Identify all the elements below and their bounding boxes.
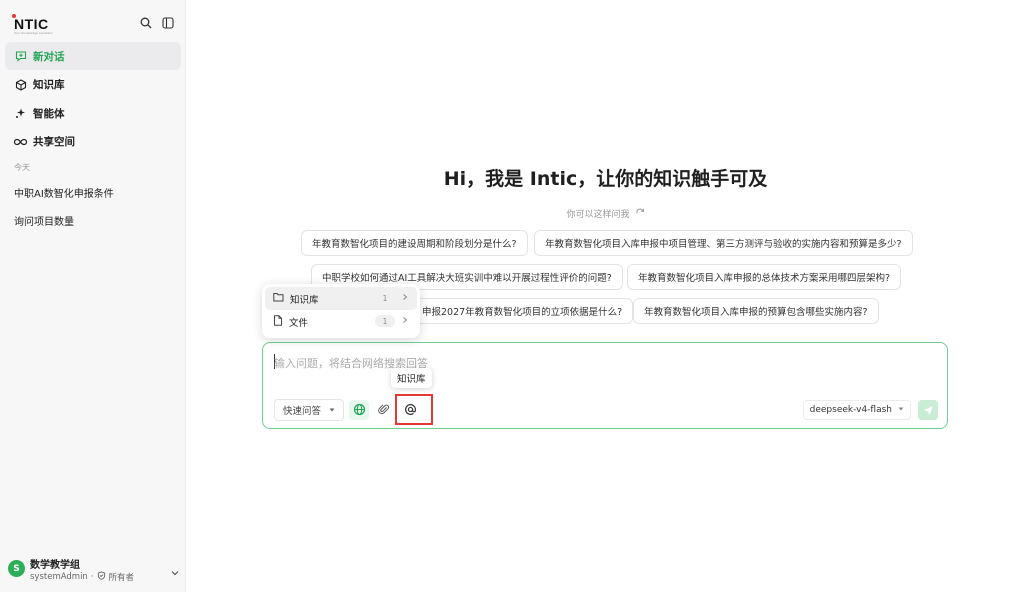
- suggestion-chip[interactable]: 年教育数智化项目入库申报的预算包含哪些实施内容?: [633, 298, 879, 324]
- new-chat-icon: [14, 50, 27, 63]
- hint-text: 你可以这样问我: [566, 210, 630, 220]
- refresh-icon[interactable]: [635, 207, 645, 220]
- user-profile[interactable]: S 数学教学组 systemAdmin · 所有者: [8, 555, 180, 585]
- caret-down-icon: [329, 405, 335, 416]
- sidebar-item-shared-space[interactable]: 共享空间: [5, 128, 181, 156]
- sidebar-item-label: 知识库: [33, 79, 65, 91]
- suggestion-chip[interactable]: 年教育数智化项目的建设周期和阶段划分是什么?: [301, 230, 528, 256]
- logo-mark-dot: [12, 14, 16, 18]
- sidebar-item-label: 新对话: [33, 50, 65, 63]
- model-select-value: deepseek-v4-flash: [809, 405, 892, 415]
- chat-history-list: 中职AI数智化申报条件 询问项目数量: [14, 178, 180, 234]
- meta-separator: ·: [90, 572, 94, 582]
- mention-dropdown: 知识库 1 文件 1: [262, 284, 420, 338]
- sidebar-item-knowledge-base[interactable]: 知识库: [5, 71, 181, 99]
- history-item[interactable]: 询问项目数量: [14, 206, 180, 234]
- history-item[interactable]: 中职AI数智化申报条件: [14, 178, 180, 206]
- shield-icon: [97, 571, 106, 583]
- paperclip-icon: [378, 401, 390, 420]
- dropdown-item-file[interactable]: 文件 1: [265, 310, 417, 333]
- suggestion-hint: 你可以这样问我: [187, 207, 1024, 220]
- sidebar-nav: 新对话 知识库 智能体 共享空间: [5, 42, 181, 156]
- attach-button[interactable]: [374, 400, 394, 420]
- count-badge: 1: [382, 293, 388, 303]
- chevron-right-icon: [401, 293, 409, 304]
- avatar: S: [8, 560, 25, 577]
- main-panel: Hi，我是 Intic，让你的知识触手可及 你可以这样问我 年教育数智化项目的建…: [187, 0, 1024, 592]
- user-name: 数学教学组: [30, 560, 80, 571]
- logo-tagline: Your Knowledge Assistant: [14, 31, 53, 35]
- search-icon[interactable]: [138, 15, 154, 31]
- user-meta: systemAdmin · 所有者: [30, 571, 134, 583]
- caret-down-icon: [898, 405, 904, 415]
- user-role: 所有者: [108, 573, 135, 583]
- dropdown-item-label: 文件: [289, 317, 309, 329]
- sidebar: NTIC Your Knowledge Assistant 新对话 知识库 智能…: [0, 0, 186, 592]
- dropdown-item-label: 知识库: [290, 294, 319, 306]
- logo: NTIC Your Knowledge Assistant: [12, 14, 53, 35]
- send-icon: [923, 401, 934, 420]
- logo-row: NTIC Your Knowledge Assistant: [12, 14, 176, 36]
- tooltip: 知识库: [391, 368, 432, 388]
- sparkle-icon: [14, 107, 27, 120]
- greeting-title: Hi，我是 Intic，让你的知识触手可及: [443, 168, 768, 190]
- folder-icon: [273, 292, 284, 305]
- sidebar-item-label: 共享空间: [33, 136, 75, 148]
- web-search-toggle[interactable]: [349, 400, 369, 420]
- chat-input-card: 输入问题，将结合网络搜索回答 快速问答 deepseek-v4-flash: [262, 342, 948, 429]
- send-button[interactable]: [918, 400, 938, 420]
- suggestion-chip[interactable]: 申报2027年教育数智化项目的立项依据是什么?: [411, 298, 634, 324]
- sidebar-toggle-icon[interactable]: [160, 15, 176, 31]
- sidebar-item-label: 智能体: [33, 107, 65, 120]
- user-account: systemAdmin: [30, 572, 88, 582]
- cube-icon: [14, 78, 27, 91]
- chevron-right-icon: [401, 316, 409, 327]
- model-select[interactable]: deepseek-v4-flash: [802, 400, 911, 420]
- highlight-box: [395, 394, 433, 425]
- mode-select-value: 快速问答: [283, 406, 322, 417]
- sidebar-item-new-chat[interactable]: 新对话: [5, 42, 181, 70]
- count-badge: 1: [375, 315, 395, 327]
- history-section-label: 今天: [14, 163, 30, 172]
- app-window: NTIC Your Knowledge Assistant 新对话 知识库 智能…: [0, 0, 1024, 592]
- globe-icon: [353, 401, 366, 420]
- dropdown-item-knowledge-base[interactable]: 知识库 1: [265, 287, 417, 310]
- file-icon: [273, 314, 283, 329]
- logo-text: NTIC: [14, 16, 49, 32]
- chevron-down-icon[interactable]: [170, 563, 180, 582]
- suggestion-chip[interactable]: 年教育数智化项目入库申报的总体技术方案采用哪四层架构?: [627, 264, 902, 290]
- mode-select[interactable]: 快速问答: [274, 399, 345, 421]
- infinity-icon: [14, 135, 27, 148]
- suggestion-chip[interactable]: 年教育数智化项目入库申报中项目管理、第三方测评与验收的实施内容和预算是多少?: [534, 230, 913, 256]
- sidebar-item-agents[interactable]: 智能体: [5, 99, 181, 127]
